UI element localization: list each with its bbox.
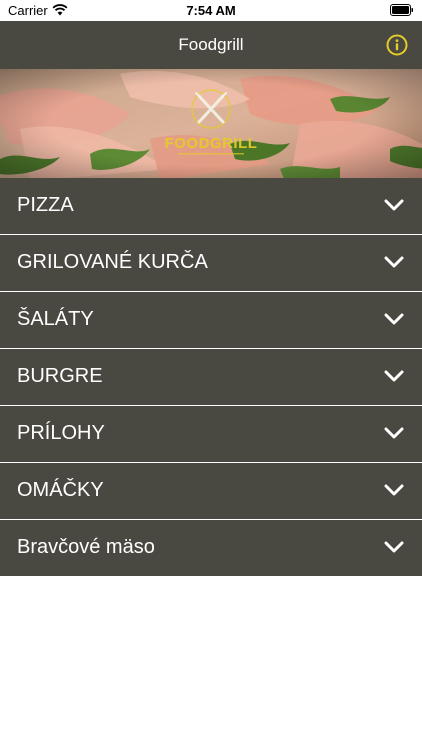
chevron-down-icon — [384, 484, 404, 496]
menu-item-salaty[interactable]: ŠALÁTY — [0, 292, 422, 349]
banner-image: FOODGRILL — [0, 69, 422, 178]
chevron-down-icon — [384, 427, 404, 439]
status-time: 7:54 AM — [186, 3, 236, 18]
menu-item-label: OMÁČKY — [17, 479, 104, 501]
page-title: Foodgrill — [178, 35, 244, 54]
status-bar: Carrier 7:54 AM — [0, 0, 422, 21]
menu-item-label: PIZZA — [17, 194, 74, 216]
info-circle-icon[interactable] — [386, 34, 408, 56]
category-menu: PIZZA GRILOVANÉ KURČA ŠALÁTY BURGRE PRÍL… — [0, 178, 422, 576]
battery-icon — [390, 4, 413, 16]
menu-item-label: ŠALÁTY — [17, 308, 94, 330]
menu-item-bravcove-maso[interactable]: Bravčové mäso — [0, 520, 422, 576]
navigation-bar: Foodgrill — [0, 21, 422, 69]
menu-item-label: Bravčové mäso — [17, 536, 155, 558]
chevron-down-icon — [384, 199, 404, 211]
menu-item-prilohy[interactable]: PRÍLOHY — [0, 406, 422, 463]
menu-item-grilovane-kurca[interactable]: GRILOVANÉ KURČA — [0, 235, 422, 292]
menu-item-label: GRILOVANÉ KURČA — [17, 251, 208, 273]
chevron-down-icon — [384, 541, 404, 553]
chevron-down-icon — [384, 313, 404, 325]
menu-item-label: BURGRE — [17, 365, 103, 387]
banner-photo: FOODGRILL — [0, 69, 422, 178]
chevron-down-icon — [384, 370, 404, 382]
chevron-down-icon — [384, 256, 404, 268]
menu-item-pizza[interactable]: PIZZA — [0, 178, 422, 235]
menu-item-label: PRÍLOHY — [17, 422, 105, 444]
menu-item-omacky[interactable]: OMÁČKY — [0, 463, 422, 520]
svg-text:FOODGRILL: FOODGRILL — [165, 135, 258, 152]
menu-item-burgre[interactable]: BURGRE — [0, 349, 422, 406]
